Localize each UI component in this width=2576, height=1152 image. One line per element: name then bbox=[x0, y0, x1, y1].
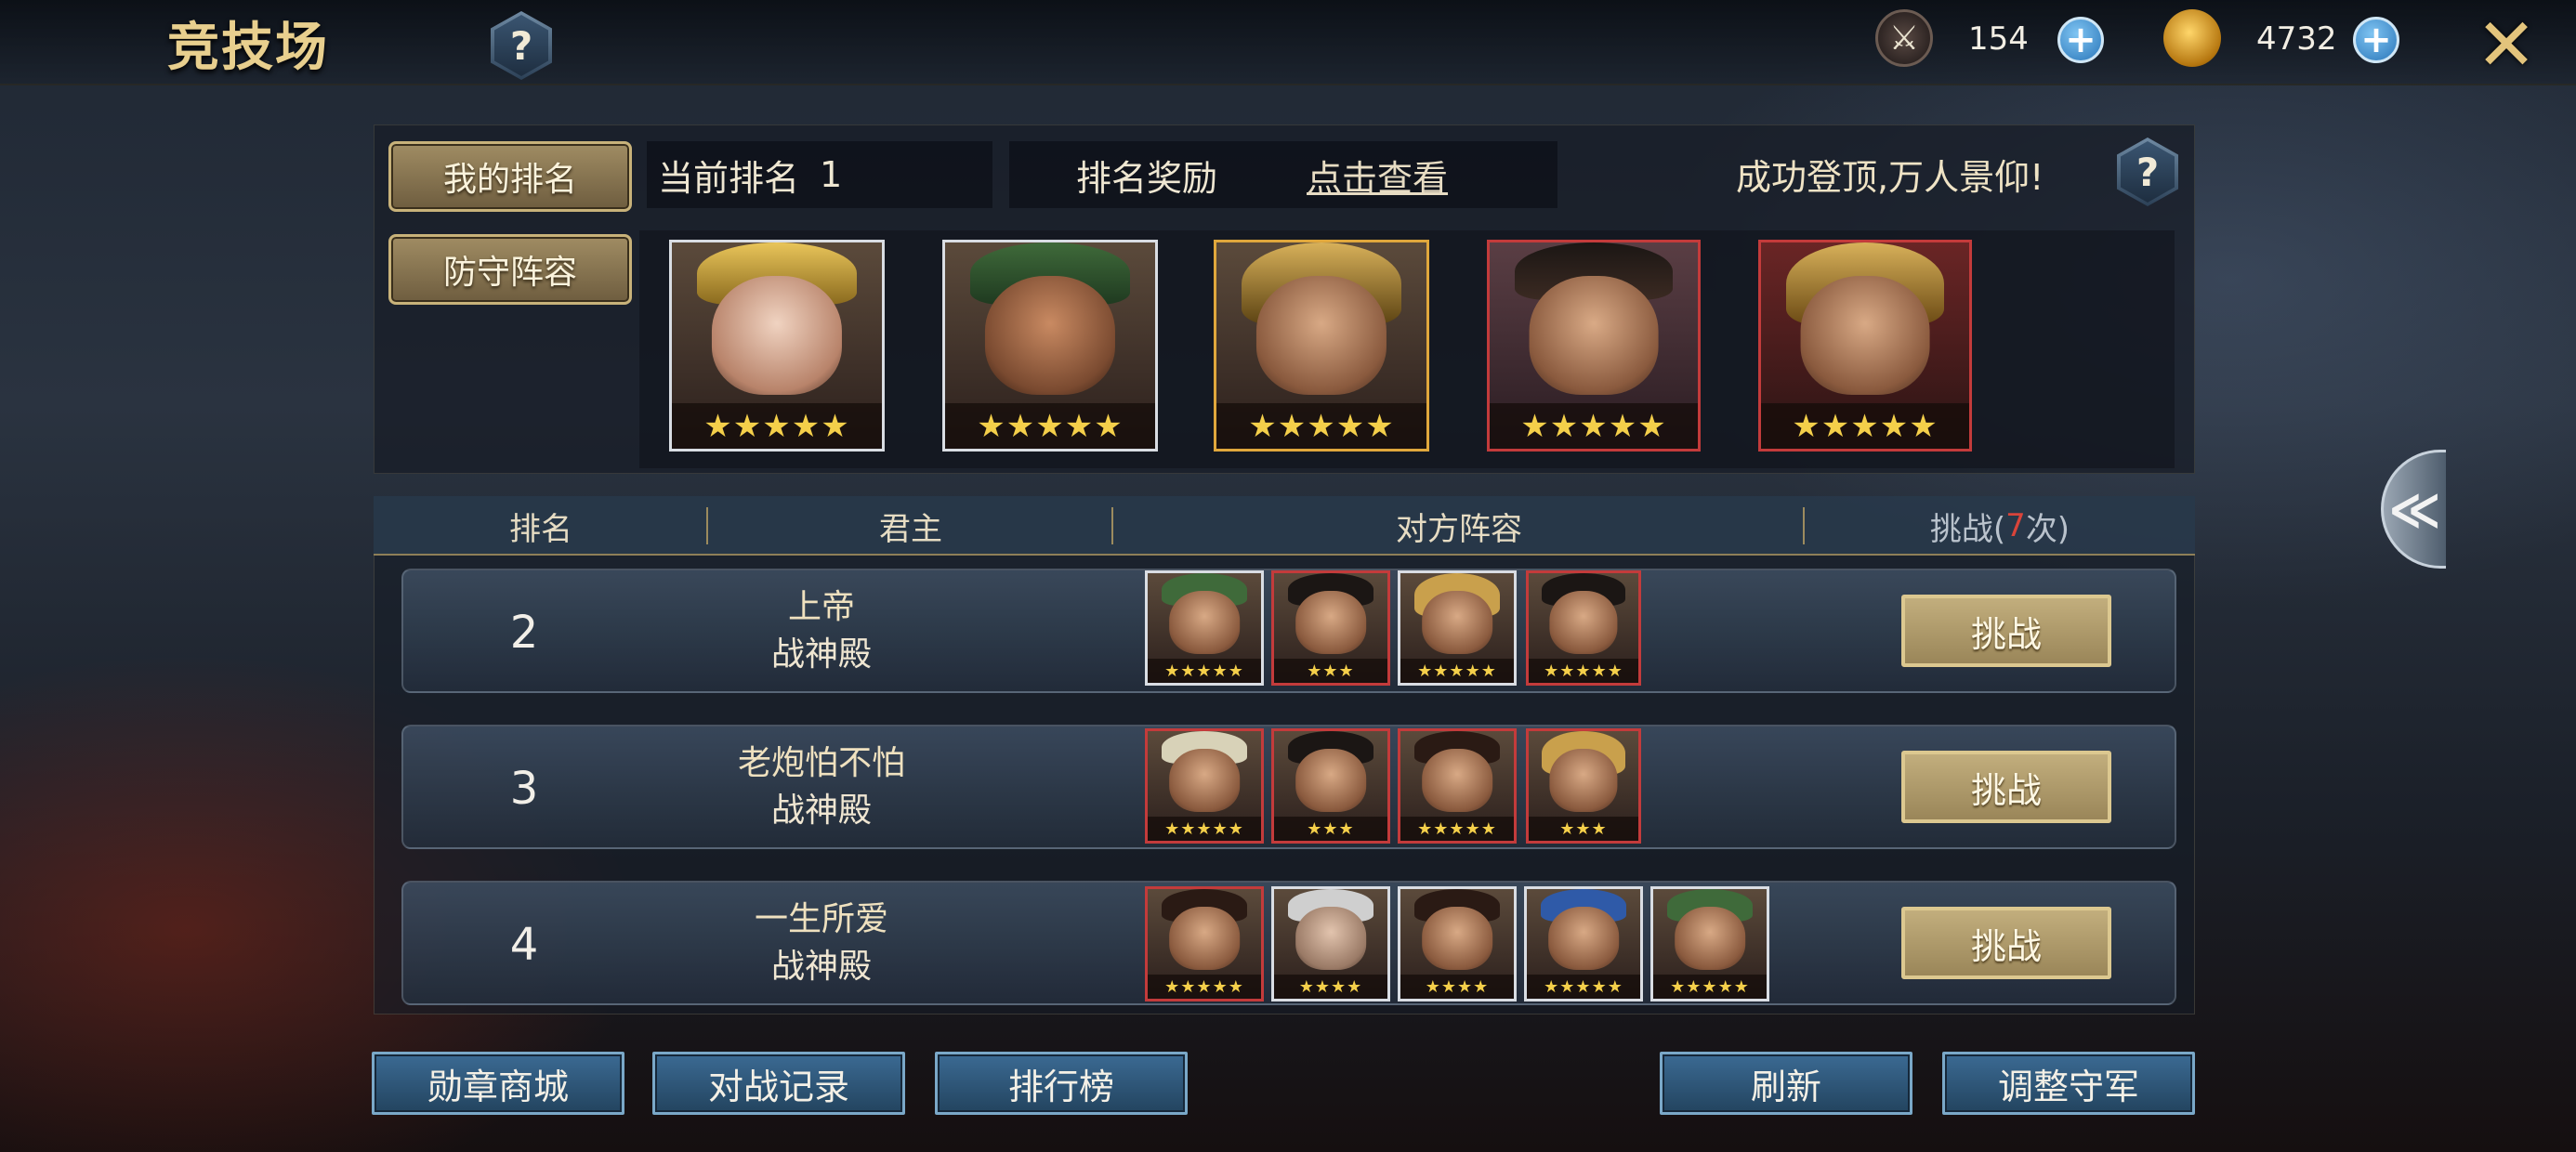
rank-reward-box: 排名奖励 点击查看 bbox=[1009, 141, 1557, 208]
crossed-swords-token-icon: ⚔ bbox=[1875, 9, 1933, 67]
motto-text: 成功登顶,万人景仰! bbox=[1736, 157, 2044, 198]
adjust-defense-button[interactable]: 调整守军 bbox=[1942, 1052, 2195, 1115]
token-count: 154 bbox=[1968, 20, 2029, 58]
challenge-count: 7 bbox=[2005, 507, 2026, 544]
opponent-hero[interactable]: ★★★★★ bbox=[1526, 570, 1641, 686]
add-gold-button[interactable]: + bbox=[2353, 17, 2399, 63]
lord-name: 上帝 bbox=[787, 588, 855, 626]
add-token-button[interactable]: + bbox=[2057, 17, 2104, 63]
rank-reward-label: 排名奖励 bbox=[1076, 157, 1218, 199]
lord-server: 战神殿 bbox=[770, 635, 872, 674]
refresh-button[interactable]: 刷新 bbox=[1660, 1052, 1912, 1115]
lord-server: 战神殿 bbox=[770, 792, 872, 830]
opponent-hero[interactable]: ★★★★★ bbox=[1398, 570, 1517, 686]
challenge-button[interactable]: 挑战 bbox=[1901, 751, 2111, 823]
row-rank: 3 bbox=[509, 763, 539, 815]
defense-hero-5[interactable]: ★★★★★ bbox=[1758, 240, 1972, 452]
side-collapse-tab[interactable]: ≪ bbox=[2381, 450, 2446, 569]
challenge-button[interactable]: 挑战 bbox=[1901, 595, 2111, 667]
challenge-button[interactable]: 挑战 bbox=[1901, 907, 2111, 979]
battle-record-button[interactable]: 对战记录 bbox=[652, 1052, 905, 1115]
defense-hero-4[interactable]: ★★★★★ bbox=[1487, 240, 1701, 452]
star-rating: ★★★★★ bbox=[672, 403, 882, 449]
star-rating: ★★★★★ bbox=[1761, 403, 1969, 449]
question-icon: ? bbox=[2121, 141, 2175, 203]
gold-count: 4732 bbox=[2256, 20, 2337, 58]
row-lord: 一生所爱 战神殿 bbox=[682, 896, 961, 990]
row-rank: 4 bbox=[509, 919, 539, 971]
row-lord: 老炮怕不怕 战神殿 bbox=[682, 740, 961, 834]
defense-hero-1[interactable]: ★★★★★ bbox=[669, 240, 885, 452]
header-lineup: 对方阵容 bbox=[1396, 510, 1522, 548]
opponent-hero[interactable]: ★★★★★ bbox=[1145, 570, 1264, 686]
lord-name: 一生所爱 bbox=[754, 900, 888, 938]
opponent-hero[interactable]: ★★★★ bbox=[1271, 886, 1390, 1001]
close-button[interactable]: ✕ bbox=[2472, 4, 2541, 87]
star-rating: ★★★★★ bbox=[1216, 403, 1426, 449]
header-rank: 排名 bbox=[509, 510, 572, 548]
question-icon: ? bbox=[494, 15, 548, 76]
opponent-hero[interactable]: ★★★ bbox=[1271, 570, 1390, 686]
current-rank-value: 1 bbox=[820, 154, 843, 195]
opponent-hero[interactable]: ★★★★★ bbox=[1398, 728, 1517, 844]
opponent-hero[interactable]: ★★★ bbox=[1271, 728, 1390, 844]
opponent-hero[interactable]: ★★★★ bbox=[1398, 886, 1517, 1001]
opponent-hero[interactable]: ★★★★★ bbox=[1145, 886, 1264, 1001]
current-rank-box: 当前排名 1 bbox=[647, 141, 992, 208]
row-lord: 上帝 战神殿 bbox=[682, 583, 961, 678]
ranking-table-header: 排名 君主 对方阵容 挑战(7 次) bbox=[374, 496, 2195, 556]
opponent-hero[interactable]: ★★★★★ bbox=[1145, 728, 1264, 844]
my-rank-button[interactable]: 我的排名 bbox=[388, 141, 632, 212]
header-challenge: 挑战(7 次) bbox=[1929, 507, 2070, 548]
opponent-hero[interactable]: ★★★★★ bbox=[1524, 886, 1643, 1001]
page-title: 竞技场 bbox=[167, 18, 329, 78]
defense-hero-2[interactable]: ★★★★★ bbox=[942, 240, 1158, 452]
opponent-hero[interactable]: ★★★ bbox=[1526, 728, 1641, 844]
row-rank: 2 bbox=[509, 607, 539, 659]
medal-shop-button[interactable]: 勋章商城 bbox=[372, 1052, 624, 1115]
view-reward-link[interactable]: 点击查看 bbox=[1307, 150, 1448, 201]
defense-hero-3[interactable]: ★★★★★ bbox=[1214, 240, 1429, 452]
gold-ingot-icon bbox=[2163, 9, 2221, 67]
opponent-hero[interactable]: ★★★★★ bbox=[1650, 886, 1769, 1001]
header-lord: 君主 bbox=[879, 510, 942, 548]
leaderboard-button[interactable]: 排行榜 bbox=[935, 1052, 1188, 1115]
defense-lineup-button[interactable]: 防守阵容 bbox=[388, 234, 632, 305]
current-rank-label: 当前排名 bbox=[658, 157, 800, 199]
lord-server: 战神殿 bbox=[770, 948, 872, 986]
star-rating: ★★★★★ bbox=[1490, 403, 1698, 449]
lord-name: 老炮怕不怕 bbox=[737, 744, 905, 782]
star-rating: ★★★★★ bbox=[945, 403, 1155, 449]
